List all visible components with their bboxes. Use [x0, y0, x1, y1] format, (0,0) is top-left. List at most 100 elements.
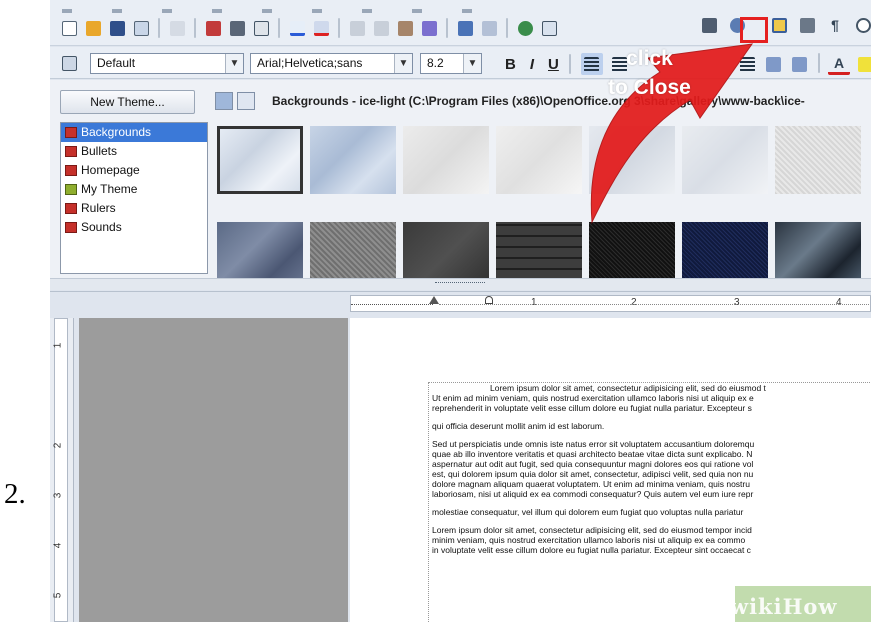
- copy-icon[interactable]: [370, 17, 392, 39]
- view-toggle: [215, 92, 255, 110]
- document-page[interactable]: Lorem ipsum dolor sit amet, consectetur …: [350, 318, 871, 622]
- gallery-tile-granite-grey[interactable]: [310, 222, 396, 278]
- autospellcheck-icon[interactable]: [310, 17, 332, 39]
- theme-item[interactable]: Rulers: [61, 199, 207, 218]
- theme-folder-icon: [65, 203, 77, 214]
- data-sources-icon[interactable]: [796, 14, 818, 36]
- find-icon[interactable]: [698, 14, 720, 36]
- document-line: minim veniam, quis nostrud exercitation …: [432, 535, 746, 545]
- gallery-tile-ice-light[interactable]: [217, 126, 303, 194]
- theme-item[interactable]: My Theme: [61, 180, 207, 199]
- theme-item[interactable]: Sounds: [61, 218, 207, 237]
- ruler-mark: 1: [52, 342, 64, 349]
- first-line-indent-marker[interactable]: [485, 296, 493, 304]
- theme-list: Backgrounds Bullets Homepage My Theme Rulers…: [60, 122, 208, 274]
- toolbar-grip: [62, 0, 562, 13]
- theme-item[interactable]: Backgrounds: [61, 123, 207, 142]
- document-line: dolore magnam aliquam quaerat voluptatem…: [432, 479, 750, 489]
- theme-label: My Theme: [81, 182, 138, 196]
- email-icon[interactable]: [130, 17, 152, 39]
- cut-icon[interactable]: [346, 17, 368, 39]
- italic-button[interactable]: I: [530, 56, 534, 73]
- ruler-mark: 5: [52, 592, 64, 599]
- icon-view-button[interactable]: [215, 92, 233, 110]
- undo-icon[interactable]: [454, 17, 476, 39]
- gallery-icon[interactable]: [768, 14, 790, 36]
- document-line: Lorem ipsum dolor sit amet, consectetur …: [432, 525, 752, 535]
- gallery-tile-frost[interactable]: [682, 126, 768, 194]
- openoffice-window: ¶ Default ▼ Arial;Helvetica;sans ▼ 8.2 ▼…: [50, 0, 871, 622]
- theme-item[interactable]: Homepage: [61, 161, 207, 180]
- gallery-tile-snow[interactable]: [589, 126, 675, 194]
- highlight-icon[interactable]: [854, 53, 871, 75]
- ruler-mark: 2: [52, 442, 64, 449]
- gallery-tile-marble-light[interactable]: [496, 126, 582, 194]
- gallery-splitter[interactable]: [50, 278, 871, 290]
- increase-indent-icon[interactable]: [788, 53, 810, 75]
- font-color-icon[interactable]: A: [828, 53, 850, 75]
- hyperlink-icon[interactable]: [514, 17, 536, 39]
- gallery-tile-navy-speckle[interactable]: [682, 222, 768, 278]
- gallery-tile-black-speckle[interactable]: [589, 222, 675, 278]
- font-size-select[interactable]: 8.2 ▼: [420, 53, 482, 74]
- gallery-tile-stone-blue[interactable]: [217, 222, 303, 278]
- document-line: Ut enim ad minim veniam, quis nostrud ex…: [432, 393, 754, 403]
- export-pdf-icon[interactable]: [202, 17, 224, 39]
- gallery-tile-paper-white[interactable]: [403, 126, 489, 194]
- gallery-tile-marble-dark[interactable]: [775, 222, 861, 278]
- align-left-icon[interactable]: [580, 53, 603, 75]
- horizontal-ruler[interactable]: 1 2 3 4: [350, 295, 871, 312]
- theme-item[interactable]: Bullets: [61, 142, 207, 161]
- new-theme-button[interactable]: New Theme...: [60, 90, 195, 114]
- font-name-value: Arial;Helvetica;sans: [257, 56, 363, 70]
- paragraph-style-select[interactable]: Default ▼: [90, 53, 244, 74]
- document-line: qui officia deserunt mollit anim id est …: [432, 421, 605, 431]
- bullets-icon[interactable]: [736, 53, 758, 75]
- edit-file-icon[interactable]: [166, 17, 188, 39]
- gallery-tile-brick-dark[interactable]: [496, 222, 582, 278]
- document-paragraph[interactable]: Sed ut perspiciatis unde omnis iste natu…: [432, 439, 871, 499]
- redo-icon[interactable]: [478, 17, 500, 39]
- bold-button[interactable]: B: [505, 56, 516, 73]
- decrease-indent-icon[interactable]: [762, 53, 784, 75]
- new-document-icon[interactable]: [58, 17, 80, 39]
- document-paragraph[interactable]: Lorem ipsum dolor sit amet, consectetur …: [432, 383, 871, 413]
- print-icon[interactable]: [226, 17, 248, 39]
- chevron-down-icon[interactable]: ▼: [225, 54, 243, 73]
- chevron-down-icon[interactable]: ▼: [394, 54, 412, 73]
- document-paragraph[interactable]: qui officia deserunt mollit anim id est …: [432, 421, 871, 431]
- table-icon[interactable]: [538, 17, 560, 39]
- page-preview-icon[interactable]: [250, 17, 272, 39]
- detail-view-button[interactable]: [237, 92, 255, 110]
- watermark-logo: wikiHow: [730, 594, 838, 619]
- theme-folder-icon: [65, 146, 77, 157]
- gallery-button-highlight: [740, 17, 768, 43]
- formatting-marks-icon[interactable]: ¶: [824, 14, 846, 36]
- chevron-down-icon[interactable]: ▼: [463, 54, 481, 73]
- screenshot: 2. ¶ Default ▼ Arial;Helvetica;sans ▼ 8.…: [0, 0, 871, 622]
- underline-button[interactable]: U: [548, 56, 559, 73]
- paste-icon[interactable]: [394, 17, 416, 39]
- gallery-tile-slate-dark[interactable]: [403, 222, 489, 278]
- document-line: in voluptate velit esse cillum dolore eu…: [432, 545, 751, 555]
- horizontal-ruler-bar: 1 2 3 4: [50, 291, 871, 315]
- open-icon[interactable]: [82, 17, 104, 39]
- clone-formatting-icon[interactable]: [418, 17, 440, 39]
- gallery-tile-ice-blue[interactable]: [310, 126, 396, 194]
- ruler-mark: 3: [734, 297, 740, 308]
- document-line: laboriosam, nisi ut aliquid ex ea commod…: [432, 489, 754, 499]
- document-paragraph[interactable]: molestiae consequatur, vel illum qui dol…: [432, 507, 871, 517]
- save-icon[interactable]: [106, 17, 128, 39]
- indent-marker[interactable]: [429, 296, 439, 304]
- font-name-select[interactable]: Arial;Helvetica;sans ▼: [250, 53, 413, 74]
- theme-folder-icon: [65, 127, 77, 138]
- spellcheck-icon[interactable]: [286, 17, 308, 39]
- styles-formatting-icon[interactable]: [58, 52, 80, 74]
- gallery-grid: [213, 122, 871, 278]
- callout-line-1: click: [626, 47, 673, 70]
- zoom-icon[interactable]: [852, 14, 871, 36]
- document-paragraph[interactable]: Lorem ipsum dolor sit amet, consectetur …: [432, 525, 871, 555]
- gallery-pane: New Theme... Backgrounds Bullets Homepage M…: [50, 80, 871, 278]
- gallery-tile-texture-grey[interactable]: [775, 126, 861, 194]
- vertical-ruler[interactable]: 1 2 3 4 5: [50, 318, 74, 622]
